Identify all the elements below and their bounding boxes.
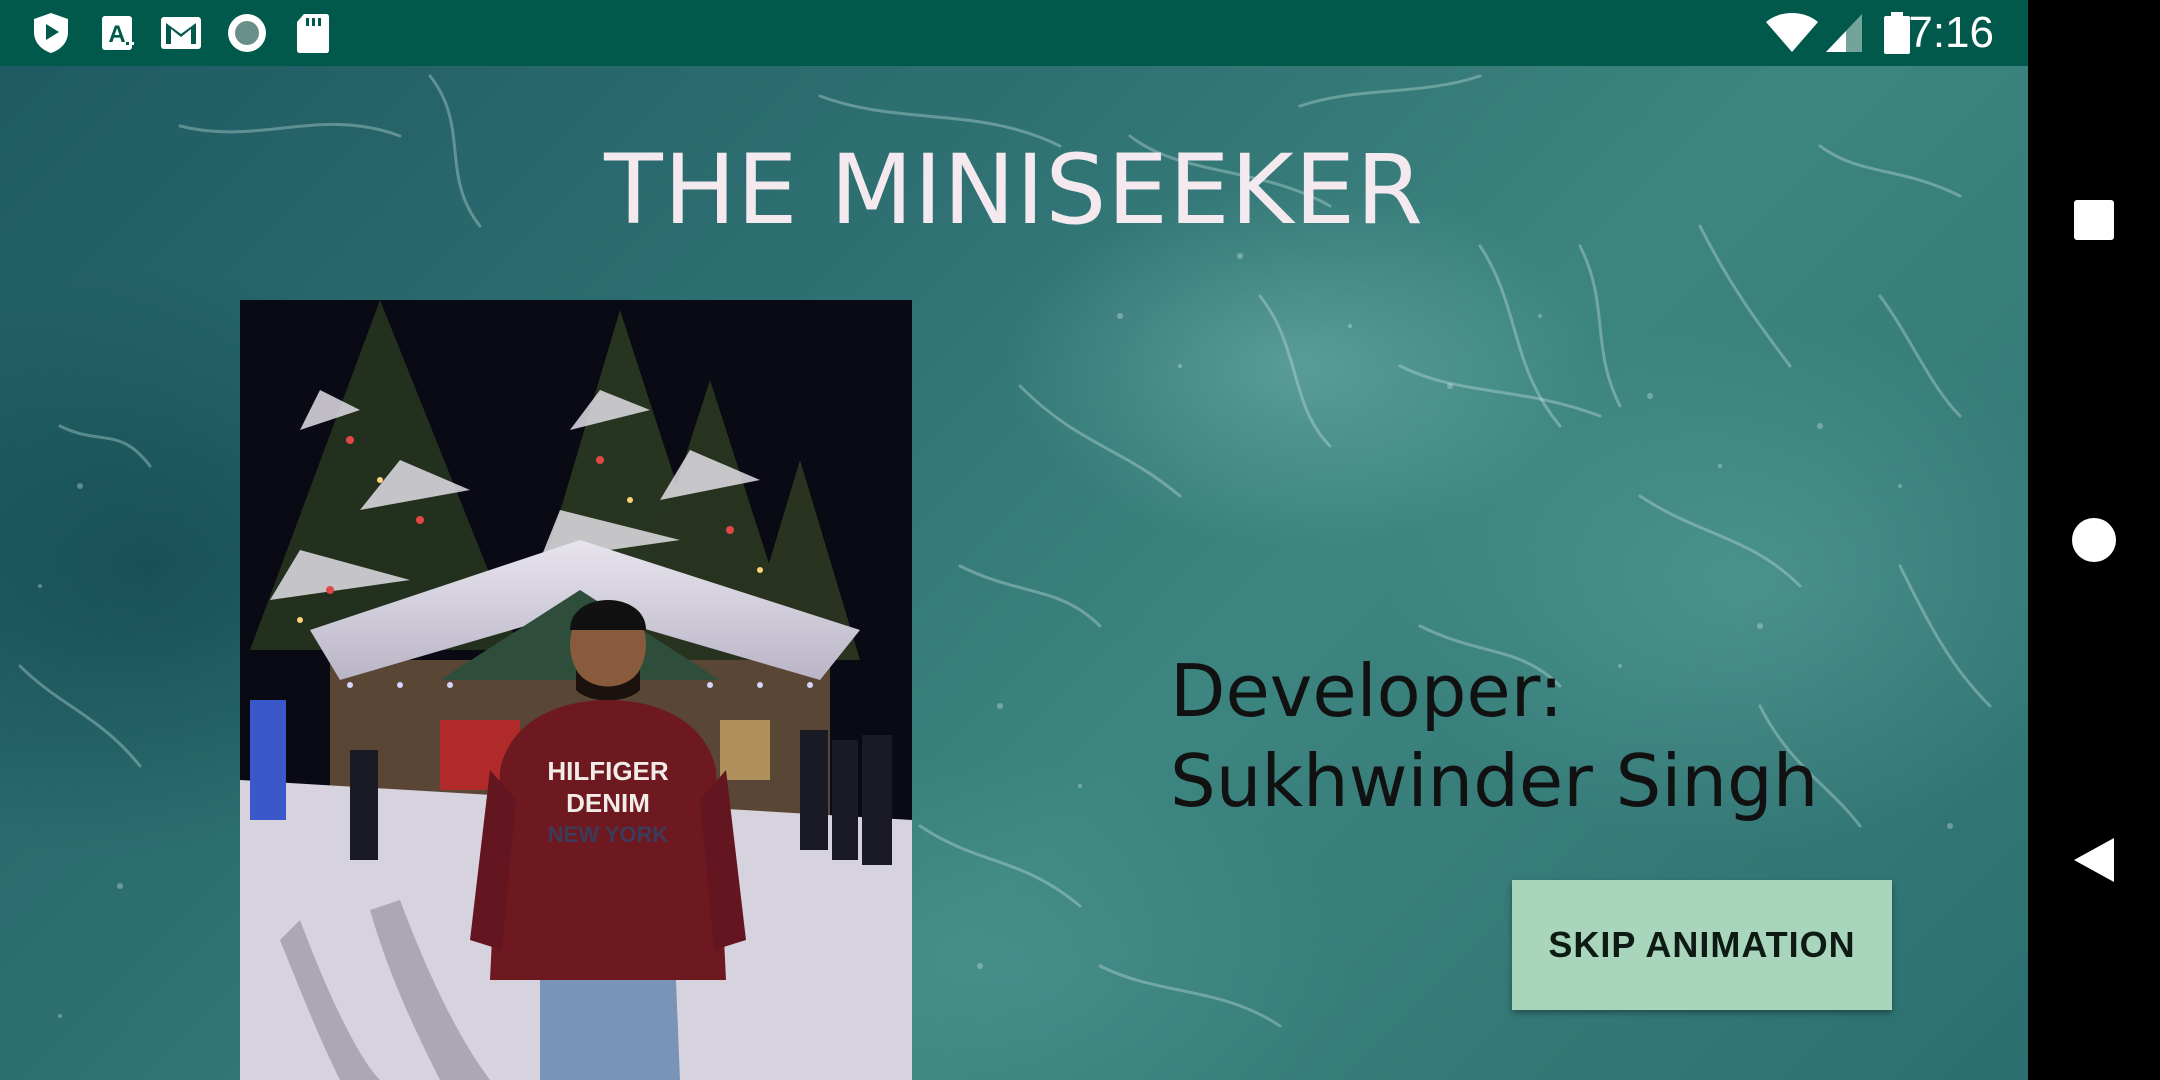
app-screen: THE MINISEEKER HILFIGER DENIM NEW YORK D…	[0, 66, 2028, 1080]
developer-credit: Developer: Sukhwinder Singh	[1170, 646, 1818, 826]
text-a-icon: A	[102, 16, 134, 50]
developer-label: Developer:	[1170, 649, 1564, 733]
app-title: THE MINISEEKER	[604, 134, 1424, 246]
svg-text:HILFIGER: HILFIGER	[547, 756, 669, 786]
skip-animation-button[interactable]: SKIP ANIMATION	[1512, 880, 1892, 1010]
recents-button[interactable]	[2028, 160, 2160, 280]
back-icon	[2074, 838, 2114, 882]
home-icon	[2072, 518, 2116, 562]
gmail-icon	[161, 17, 201, 49]
circle-icon	[228, 14, 266, 52]
svg-text:DENIM: DENIM	[566, 788, 650, 818]
developer-photo: HILFIGER DENIM NEW YORK	[240, 300, 912, 1080]
svg-text:NEW YORK: NEW YORK	[548, 822, 669, 847]
developer-name: Sukhwinder Singh	[1170, 739, 1819, 823]
home-button[interactable]	[2028, 480, 2160, 600]
play-protect-icon	[34, 13, 68, 53]
recents-icon	[2074, 200, 2114, 240]
svg-text:A: A	[108, 21, 125, 48]
wifi-icon	[1766, 13, 1818, 52]
clock: 7:16	[1908, 8, 1994, 57]
status-bar: A 7:16	[0, 0, 2028, 66]
back-button[interactable]	[2028, 800, 2160, 920]
navigation-bar	[2028, 0, 2160, 1080]
signal-icon	[1826, 14, 1862, 52]
sd-card-icon	[297, 14, 329, 53]
